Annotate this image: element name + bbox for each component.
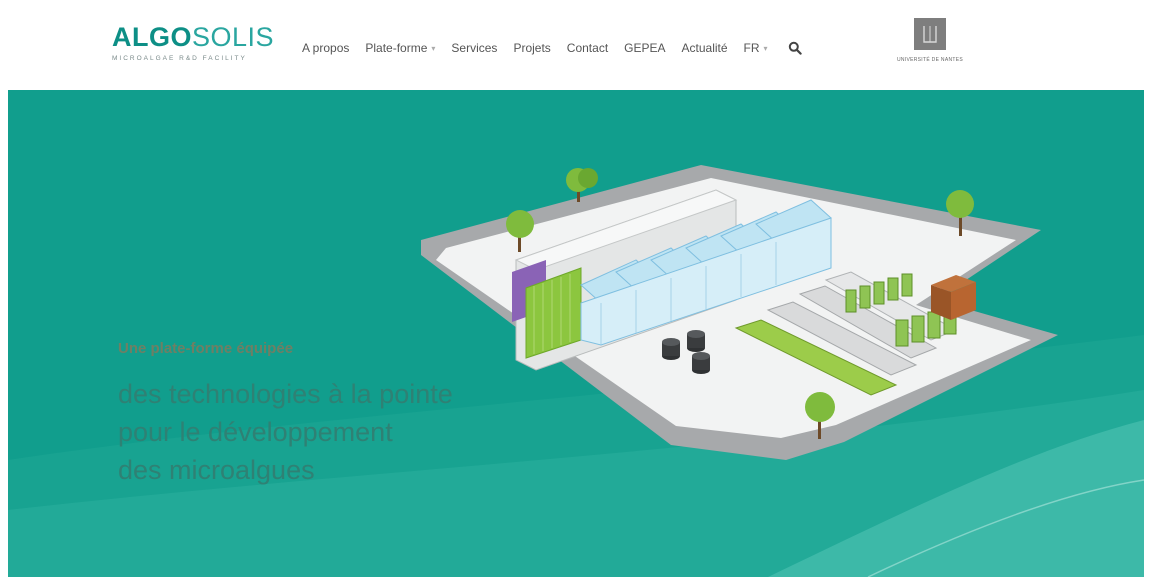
nav-item-services[interactable]: Services xyxy=(451,41,497,55)
university-name: UNIVERSITÉ DE NANTES xyxy=(896,57,963,63)
site-header: ALGOSOLIS MICROALGAE R&D FACILITY A prop… xyxy=(0,0,1152,90)
chevron-down-icon: ▾ xyxy=(763,43,768,53)
nav-label: Services xyxy=(451,41,498,55)
nav-item-projets[interactable]: Projets xyxy=(513,41,550,55)
hero-lead: Une plate-forme équipée xyxy=(118,340,294,357)
logo-word-part1: ALGO xyxy=(112,22,192,52)
nav-label: Actualité xyxy=(681,41,728,55)
chevron-down-icon: ▾ xyxy=(431,43,436,53)
nav-label: GEPEA xyxy=(624,41,666,55)
logo-word-part2: SOLIS xyxy=(192,22,275,52)
nav-label: Contact xyxy=(566,41,609,55)
nav-label: FR xyxy=(743,41,760,55)
hero-banner: Une plate-forme équipée des technologies… xyxy=(8,90,1144,577)
search-icon[interactable] xyxy=(788,41,802,55)
nav-item-a-propos[interactable]: A propos xyxy=(302,41,349,55)
universite-de-nantes-logo[interactable]: UNIVERSITÉ DE NANTES xyxy=(880,18,980,74)
nav-label: A propos xyxy=(302,41,350,55)
hero-tagline: Une plate-forme équipée des technologies… xyxy=(118,340,538,489)
logo-tagline: MICROALGAE R&D FACILITY xyxy=(112,55,247,62)
nav-item-plate-forme[interactable]: Plate-forme ▾ xyxy=(365,41,435,55)
main-nav: A propos Plate-forme ▾ Services Projets C… xyxy=(302,38,802,58)
hero-line-2: pour le développement xyxy=(118,417,393,447)
university-emblem xyxy=(914,18,946,50)
hero-line-1: des technologies à la pointe xyxy=(118,379,453,409)
language-selector[interactable]: FR ▾ xyxy=(744,41,768,55)
nav-item-contact[interactable]: Contact xyxy=(567,41,608,55)
logo-wordmark: ALGOSOLIS xyxy=(112,22,274,52)
nav-label: Plate-forme xyxy=(365,41,428,55)
nav-item-actualite[interactable]: Actualité xyxy=(682,41,728,55)
hero-line-3: des microalgues xyxy=(118,455,315,485)
nav-item-gepea[interactable]: GEPEA xyxy=(624,41,665,55)
algosolis-logo[interactable]: ALGOSOLIS MICROALGAE R&D FACILITY xyxy=(112,22,274,72)
nav-label: Projets xyxy=(513,41,551,55)
